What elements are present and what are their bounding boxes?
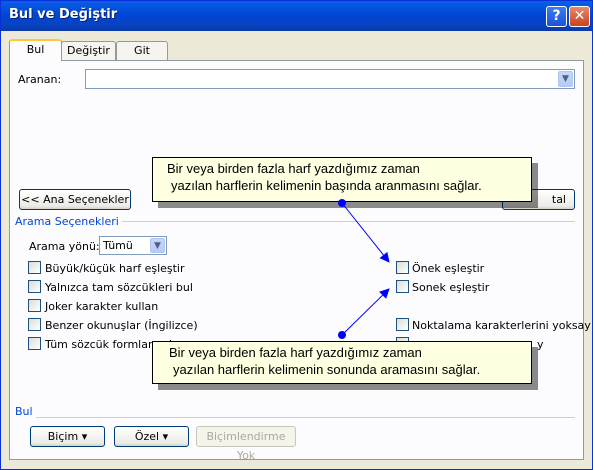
search-input[interactable]: ▼	[85, 69, 575, 89]
match-case-checkbox[interactable]	[28, 261, 41, 274]
suffix-tooltip-line-1: Bir veya birden fazla harf yazdığımız za…	[169, 345, 422, 360]
find-group-title: Bul	[15, 405, 36, 418]
suffix-label: Sonek eşleştir	[412, 281, 490, 294]
direction-label: Arama yönü:	[29, 240, 100, 253]
title-bar[interactable]: Bul ve Değiştir ? ✕	[1, 1, 592, 31]
tab-goto[interactable]: Git	[116, 41, 168, 60]
prefix-tooltip-line-2: yazılan harflerin kelimenin başında aran…	[171, 178, 482, 193]
format-label: Biçim	[47, 430, 79, 443]
dropdown-arrow-icon: ▾	[162, 430, 169, 443]
suffix-checkbox[interactable]	[396, 280, 409, 293]
no-formatting-button[interactable]: Biçimlendirme Yok	[196, 426, 296, 462]
special-button[interactable]: Özel ▾	[114, 426, 189, 447]
sounds-like-checkbox[interactable]	[28, 318, 41, 331]
less-options-button[interactable]: << Ana Seçenekler	[19, 189, 131, 210]
ignore-punctuation-checkbox[interactable]	[396, 318, 409, 331]
suffix-tooltip: Bir veya birden fazla harf yazdığımız za…	[152, 341, 532, 384]
ignore-punctuation-label: Noktalama karakterlerini yoksay	[412, 319, 591, 332]
tab-find[interactable]: Bul	[9, 39, 62, 61]
direction-value: Tümü	[103, 239, 133, 252]
wildcards-checkbox[interactable]	[28, 299, 41, 312]
special-label: Özel	[134, 430, 160, 443]
chevron-down-icon[interactable]: ▼	[558, 71, 573, 87]
ignore-whitespace-label: y	[537, 338, 544, 351]
whole-words-checkbox[interactable]	[28, 280, 41, 293]
sounds-like-label: Benzer okunuşlar (İngilizce)	[45, 319, 198, 332]
chevron-down-icon[interactable]: ▼	[150, 238, 165, 253]
tab-replace[interactable]: Değiştir	[61, 41, 116, 60]
find-panel: Aranan: ▼ << Ana Seçenekler tal Arama Se…	[9, 60, 591, 462]
match-case-label: Büyük/küçük harf eşleştir	[45, 262, 185, 275]
word-forms-checkbox[interactable]	[28, 337, 41, 350]
suffix-tooltip-line-2: yazılan harflerin kelimenin sonunda aram…	[173, 362, 481, 377]
prefix-tooltip-line-1: Bir veya birden fazla harf yazdığımız za…	[167, 161, 420, 176]
find-divider	[18, 417, 575, 418]
format-button[interactable]: Biçim ▾	[30, 426, 105, 447]
prefix-checkbox[interactable]	[396, 261, 409, 274]
dropdown-arrow-icon: ▾	[81, 430, 88, 443]
search-label: Aranan:	[18, 73, 62, 86]
wildcards-label: Joker karakter kullan	[45, 300, 159, 313]
prefix-label: Önek eşleştir	[412, 262, 485, 275]
window-title: Bul ve Değiştir	[9, 7, 118, 22]
whole-words-label: Yalnızca tam sözcükleri bul	[45, 281, 193, 294]
prefix-tooltip: Bir veya birden fazla harf yazdığımız za…	[152, 157, 532, 202]
options-group-title: Arama Seçenekleri	[15, 215, 122, 228]
find-replace-dialog: Bul ve Değiştir ? ✕ Bul Değiştir Git Ara…	[0, 0, 593, 470]
direction-select[interactable]: Tümü ▼	[99, 236, 167, 255]
close-icon[interactable]: ✕	[569, 6, 590, 27]
help-icon[interactable]: ?	[546, 6, 567, 27]
